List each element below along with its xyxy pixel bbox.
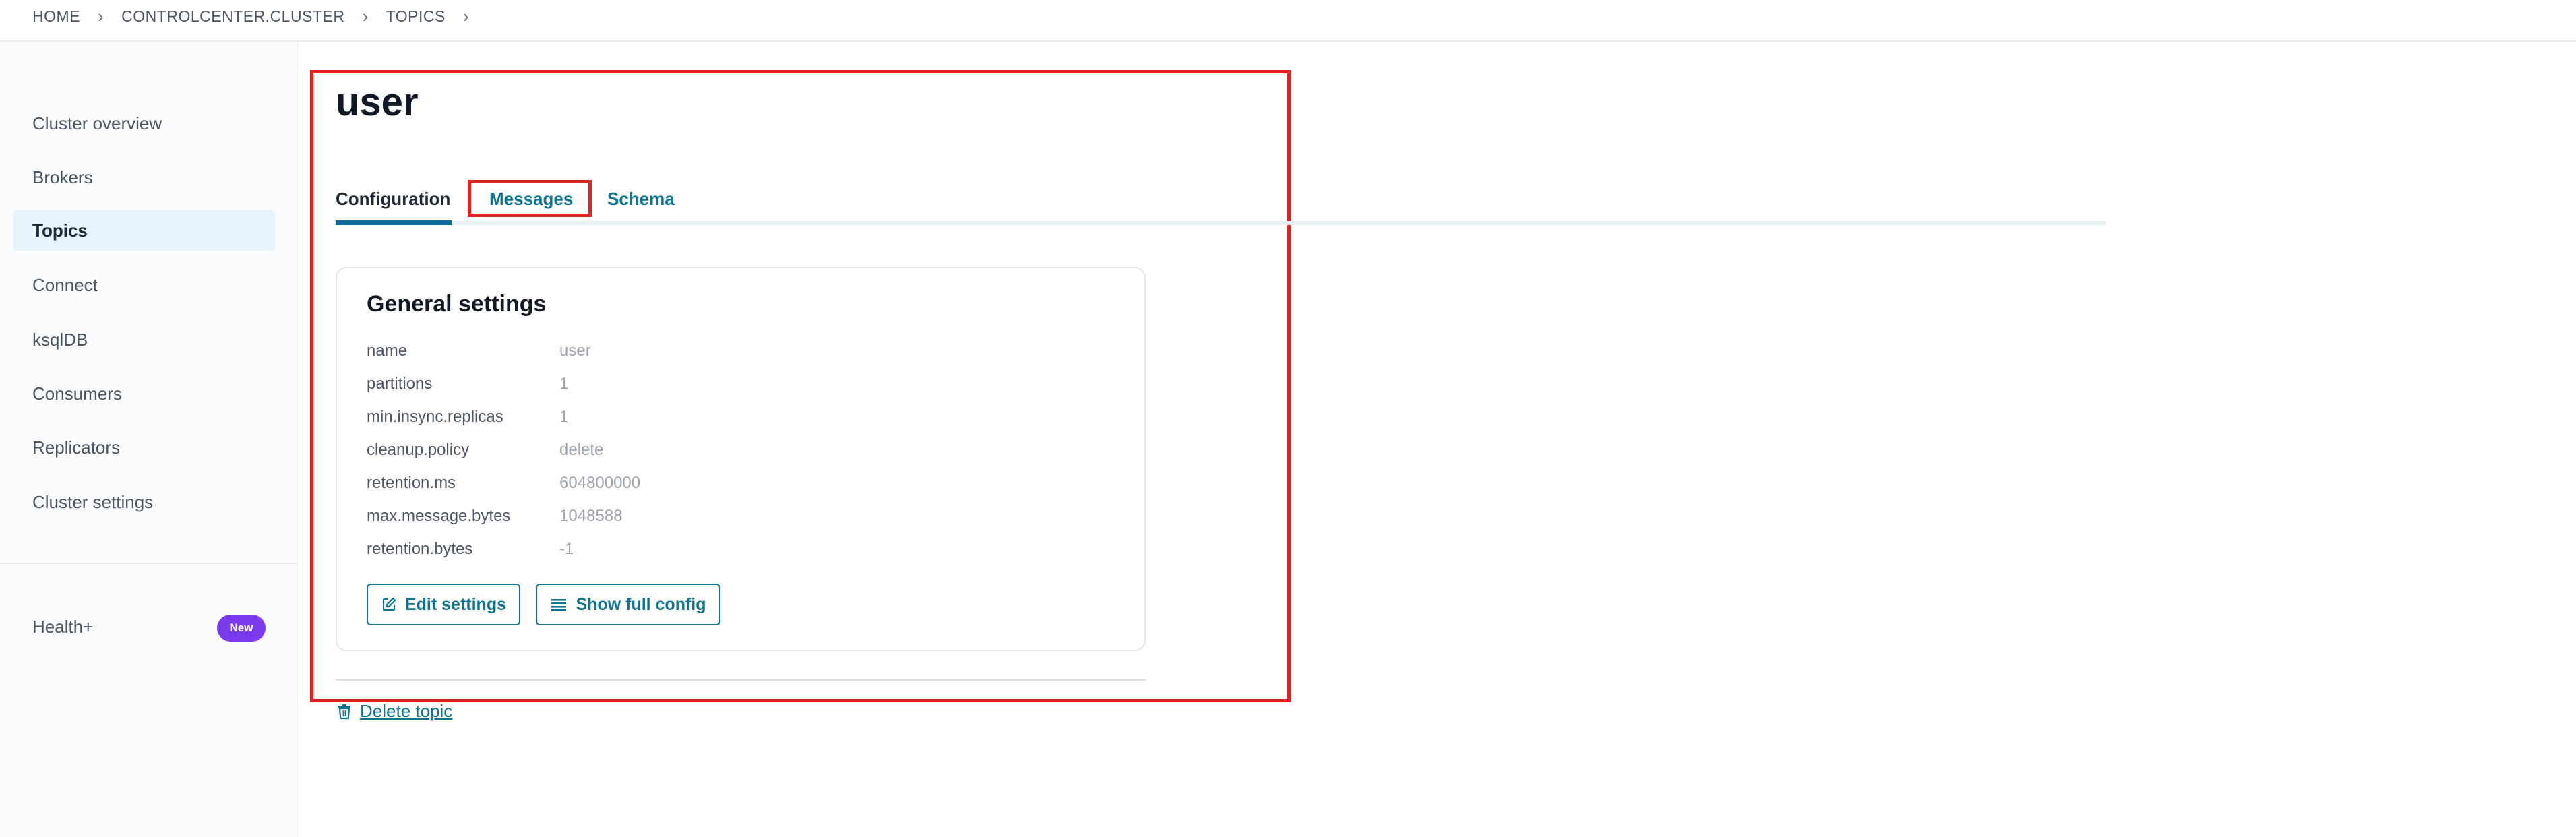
- setting-value: 1: [559, 375, 569, 393]
- tab-active-indicator: [336, 220, 452, 225]
- sidebar-item-topics[interactable]: Topics: [13, 210, 275, 251]
- top-bar: HOME › CONTROLCENTER.CLUSTER › TOPICS ›: [0, 0, 2576, 42]
- sidebar: Cluster overview Brokers Topics Connect …: [0, 42, 298, 837]
- sidebar-item-connect[interactable]: Connect: [13, 265, 275, 305]
- setting-value: user: [559, 342, 591, 360]
- setting-value: delete: [559, 441, 604, 459]
- trash-icon: [338, 704, 350, 719]
- sidebar-item-brokers[interactable]: Brokers: [13, 157, 275, 197]
- sidebar-item-ksqldb[interactable]: ksqlDB: [13, 319, 275, 360]
- list-icon: [551, 599, 567, 611]
- breadcrumb-home[interactable]: HOME: [32, 7, 80, 26]
- edit-settings-label: Edit settings: [404, 594, 506, 614]
- delete-topic-label: Delete topic: [360, 701, 453, 721]
- sidebar-divider: [0, 563, 297, 564]
- sidebar-item-replicators[interactable]: Replicators: [13, 427, 275, 468]
- setting-key: min.insync.replicas: [367, 408, 503, 426]
- chevron-right-icon: ›: [462, 5, 469, 26]
- setting-value: 604800000: [559, 474, 641, 492]
- new-badge: New: [217, 615, 266, 642]
- tab-schema[interactable]: Schema: [607, 189, 675, 210]
- chevron-right-icon: ›: [98, 5, 104, 26]
- page-title: user: [336, 80, 419, 124]
- delete-topic-link[interactable]: Delete topic: [337, 701, 452, 722]
- sidebar-item-cluster-settings[interactable]: Cluster settings: [13, 482, 275, 522]
- setting-key: cleanup.policy: [367, 441, 470, 459]
- setting-key: max.message.bytes: [367, 507, 511, 525]
- breadcrumb-topics[interactable]: TOPICS: [386, 7, 446, 26]
- sidebar-item-consumers[interactable]: Consumers: [13, 373, 275, 414]
- edit-icon: [382, 597, 396, 611]
- show-full-config-button[interactable]: Show full config: [536, 584, 720, 625]
- breadcrumb-cluster[interactable]: CONTROLCENTER.CLUSTER: [121, 7, 344, 26]
- tab-messages[interactable]: Messages: [489, 189, 573, 210]
- setting-key: retention.ms: [367, 474, 456, 492]
- chevron-right-icon: ›: [362, 5, 369, 26]
- tab-configuration[interactable]: Configuration: [336, 189, 450, 210]
- setting-key: retention.bytes: [367, 540, 473, 558]
- setting-key: partitions: [367, 375, 433, 393]
- edit-settings-button[interactable]: Edit settings: [367, 584, 520, 625]
- sidebar-item-cluster-overview[interactable]: Cluster overview: [13, 103, 275, 144]
- general-settings-title: General settings: [367, 291, 547, 317]
- setting-key: name: [367, 342, 408, 360]
- tabs-track: [336, 221, 2106, 225]
- breadcrumb: HOME › CONTROLCENTER.CLUSTER › TOPICS ›: [32, 0, 469, 32]
- setting-value: 1: [559, 408, 569, 426]
- sidebar-item-health[interactable]: Health+: [32, 617, 93, 638]
- section-divider: [336, 679, 1146, 681]
- setting-value: -1: [559, 540, 574, 558]
- show-full-config-label: Show full config: [576, 594, 706, 614]
- setting-value: 1048588: [559, 507, 623, 525]
